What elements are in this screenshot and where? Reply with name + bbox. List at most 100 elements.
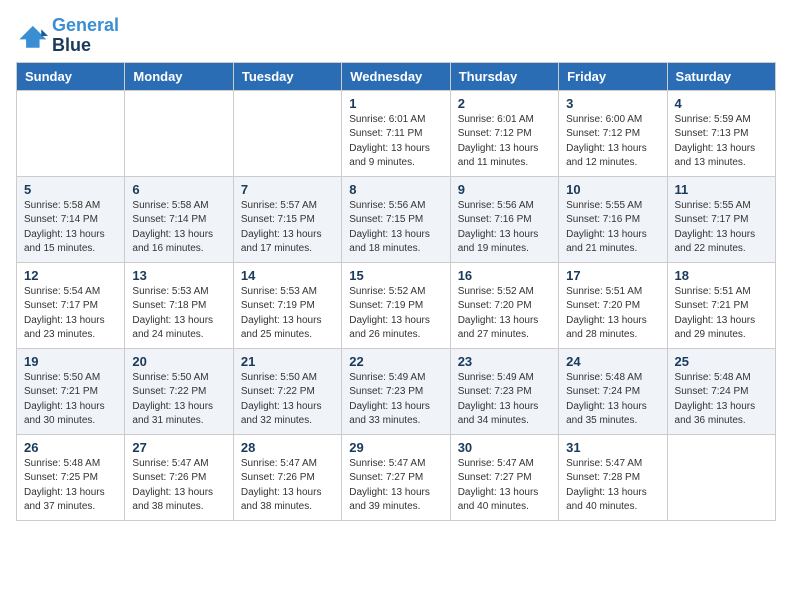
- day-number: 4: [675, 96, 768, 111]
- day-number: 27: [132, 440, 225, 455]
- calendar-cell: 22 Sunrise: 5:49 AM Sunset: 7:23 PM Dayli…: [342, 348, 450, 434]
- day-number: 10: [566, 182, 659, 197]
- day-number: 29: [349, 440, 442, 455]
- day-number: 23: [458, 354, 551, 369]
- day-number: 24: [566, 354, 659, 369]
- day-number: 21: [241, 354, 334, 369]
- day-number: 17: [566, 268, 659, 283]
- day-number: 8: [349, 182, 442, 197]
- day-number: 3: [566, 96, 659, 111]
- day-info: Sunrise: 5:58 AM Sunset: 7:14 PM Dayligh…: [132, 199, 225, 257]
- header-thursday: Thursday: [450, 62, 558, 90]
- day-info: Sunrise: 5:53 AM Sunset: 7:18 PM Dayligh…: [132, 285, 225, 343]
- day-info: Sunrise: 5:48 AM Sunset: 7:24 PM Dayligh…: [675, 371, 768, 429]
- calendar-cell: 25 Sunrise: 5:48 AM Sunset: 7:24 PM Dayli…: [667, 348, 775, 434]
- calendar-cell: 4 Sunrise: 5:59 AM Sunset: 7:13 PM Daylig…: [667, 90, 775, 176]
- header-sunday: Sunday: [17, 62, 125, 90]
- day-number: 31: [566, 440, 659, 455]
- calendar-cell: 26 Sunrise: 5:48 AM Sunset: 7:25 PM Dayli…: [17, 434, 125, 520]
- day-number: 12: [24, 268, 117, 283]
- calendar-cell: 7 Sunrise: 5:57 AM Sunset: 7:15 PM Daylig…: [233, 176, 341, 262]
- calendar-cell: [17, 90, 125, 176]
- day-info: Sunrise: 5:53 AM Sunset: 7:19 PM Dayligh…: [241, 285, 334, 343]
- day-info: Sunrise: 5:47 AM Sunset: 7:28 PM Dayligh…: [566, 457, 659, 515]
- day-number: 6: [132, 182, 225, 197]
- calendar-cell: 11Sunrise: 5:55 AM Sunset: 7:17 PM Dayli…: [667, 176, 775, 262]
- day-info: Sunrise: 5:56 AM Sunset: 7:16 PM Dayligh…: [458, 199, 551, 257]
- day-number: 1: [349, 96, 442, 111]
- calendar-cell: 13 Sunrise: 5:53 AM Sunset: 7:18 PM Dayli…: [125, 262, 233, 348]
- calendar-cell: 5Sunrise: 5:58 AM Sunset: 7:14 PM Daylig…: [17, 176, 125, 262]
- day-number: 25: [675, 354, 768, 369]
- calendar-cell: 31 Sunrise: 5:47 AM Sunset: 7:28 PM Dayli…: [559, 434, 667, 520]
- day-info: Sunrise: 6:01 AM Sunset: 7:11 PM Dayligh…: [349, 113, 442, 171]
- calendar-cell: 24Sunrise: 5:48 AM Sunset: 7:24 PM Dayli…: [559, 348, 667, 434]
- logo: General Blue: [16, 16, 119, 56]
- calendar-table: SundayMondayTuesdayWednesdayThursdayFrid…: [16, 62, 776, 521]
- day-info: Sunrise: 5:59 AM Sunset: 7:13 PM Dayligh…: [675, 113, 768, 171]
- calendar-cell: [667, 434, 775, 520]
- day-info: Sunrise: 5:54 AM Sunset: 7:17 PM Dayligh…: [24, 285, 117, 343]
- day-info: Sunrise: 5:51 AM Sunset: 7:21 PM Dayligh…: [675, 285, 768, 343]
- day-info: Sunrise: 5:55 AM Sunset: 7:17 PM Dayligh…: [675, 199, 768, 257]
- day-info: Sunrise: 5:47 AM Sunset: 7:27 PM Dayligh…: [458, 457, 551, 515]
- day-info: Sunrise: 5:49 AM Sunset: 7:23 PM Dayligh…: [458, 371, 551, 429]
- day-number: 5: [24, 182, 117, 197]
- day-number: 19: [24, 354, 117, 369]
- calendar-cell: 1 Sunrise: 6:01 AM Sunset: 7:11 PM Daylig…: [342, 90, 450, 176]
- day-info: Sunrise: 6:01 AM Sunset: 7:12 PM Dayligh…: [458, 113, 551, 171]
- calendar-cell: 3 Sunrise: 6:00 AM Sunset: 7:12 PM Daylig…: [559, 90, 667, 176]
- calendar-cell: 23 Sunrise: 5:49 AM Sunset: 7:23 PM Dayli…: [450, 348, 558, 434]
- day-number: 15: [349, 268, 442, 283]
- header-saturday: Saturday: [667, 62, 775, 90]
- calendar-week-row: 5 Sunrise: 5:58 AM Sunset: 7:14 PM Daylig…: [17, 176, 776, 262]
- calendar-cell: 12 Sunrise: 5:54 AM Sunset: 7:17 PM Dayli…: [17, 262, 125, 348]
- day-info: Sunrise: 5:50 AM Sunset: 7:22 PM Dayligh…: [132, 371, 225, 429]
- calendar-cell: 16Sunrise: 5:52 AM Sunset: 7:20 PM Dayli…: [450, 262, 558, 348]
- day-number: 22: [349, 354, 442, 369]
- day-number: 30: [458, 440, 551, 455]
- day-number: 7: [241, 182, 334, 197]
- calendar-cell: 28 Sunrise: 5:47 AM Sunset: 7:26 PM Dayli…: [233, 434, 341, 520]
- calendar-cell: 30 Sunrise: 5:47 AM Sunset: 7:27 PM Dayli…: [450, 434, 558, 520]
- day-number: 13: [132, 268, 225, 283]
- day-info: Sunrise: 5:48 AM Sunset: 7:25 PM Dayligh…: [24, 457, 117, 515]
- day-number: 20: [132, 354, 225, 369]
- day-info: Sunrise: 6:00 AM Sunset: 7:12 PM Dayligh…: [566, 113, 659, 171]
- day-number: 9: [458, 182, 551, 197]
- day-number: 14: [241, 268, 334, 283]
- day-info: Sunrise: 5:49 AM Sunset: 7:23 PM Dayligh…: [349, 371, 442, 429]
- header-tuesday: Tuesday: [233, 62, 341, 90]
- calendar-week-row: 19Sunrise: 5:50 AM Sunset: 7:21 PM Dayli…: [17, 348, 776, 434]
- calendar-cell: 21 Sunrise: 5:50 AM Sunset: 7:22 PM Dayli…: [233, 348, 341, 434]
- calendar-cell: 20 Sunrise: 5:50 AM Sunset: 7:22 PM Dayli…: [125, 348, 233, 434]
- calendar-cell: 14 Sunrise: 5:53 AM Sunset: 7:19 PM Dayli…: [233, 262, 341, 348]
- calendar-cell: [125, 90, 233, 176]
- calendar-cell: 17Sunrise: 5:51 AM Sunset: 7:20 PM Dayli…: [559, 262, 667, 348]
- calendar-cell: 6 Sunrise: 5:58 AM Sunset: 7:14 PM Daylig…: [125, 176, 233, 262]
- day-number: 18: [675, 268, 768, 283]
- calendar-cell: [233, 90, 341, 176]
- day-info: Sunrise: 5:57 AM Sunset: 7:15 PM Dayligh…: [241, 199, 334, 257]
- day-info: Sunrise: 5:47 AM Sunset: 7:26 PM Dayligh…: [132, 457, 225, 515]
- calendar-cell: 8Sunrise: 5:56 AM Sunset: 7:15 PM Daylig…: [342, 176, 450, 262]
- day-info: Sunrise: 5:47 AM Sunset: 7:26 PM Dayligh…: [241, 457, 334, 515]
- calendar-cell: 2 Sunrise: 6:01 AM Sunset: 7:12 PM Daylig…: [450, 90, 558, 176]
- calendar-cell: 29 Sunrise: 5:47 AM Sunset: 7:27 PM Dayli…: [342, 434, 450, 520]
- calendar-cell: 9 Sunrise: 5:56 AM Sunset: 7:16 PM Daylig…: [450, 176, 558, 262]
- calendar-header-row: SundayMondayTuesdayWednesdayThursdayFrid…: [17, 62, 776, 90]
- day-info: Sunrise: 5:55 AM Sunset: 7:16 PM Dayligh…: [566, 199, 659, 257]
- day-number: 28: [241, 440, 334, 455]
- day-number: 16: [458, 268, 551, 283]
- calendar-week-row: 12 Sunrise: 5:54 AM Sunset: 7:17 PM Dayli…: [17, 262, 776, 348]
- day-number: 26: [24, 440, 117, 455]
- calendar-cell: 15Sunrise: 5:52 AM Sunset: 7:19 PM Dayli…: [342, 262, 450, 348]
- day-info: Sunrise: 5:50 AM Sunset: 7:22 PM Dayligh…: [241, 371, 334, 429]
- logo-text: General Blue: [52, 16, 119, 56]
- day-number: 2: [458, 96, 551, 111]
- page-header: General Blue: [16, 16, 776, 56]
- day-info: Sunrise: 5:47 AM Sunset: 7:27 PM Dayligh…: [349, 457, 442, 515]
- calendar-week-row: 26 Sunrise: 5:48 AM Sunset: 7:25 PM Dayli…: [17, 434, 776, 520]
- calendar-cell: 27 Sunrise: 5:47 AM Sunset: 7:26 PM Dayli…: [125, 434, 233, 520]
- calendar-cell: 10 Sunrise: 5:55 AM Sunset: 7:16 PM Dayli…: [559, 176, 667, 262]
